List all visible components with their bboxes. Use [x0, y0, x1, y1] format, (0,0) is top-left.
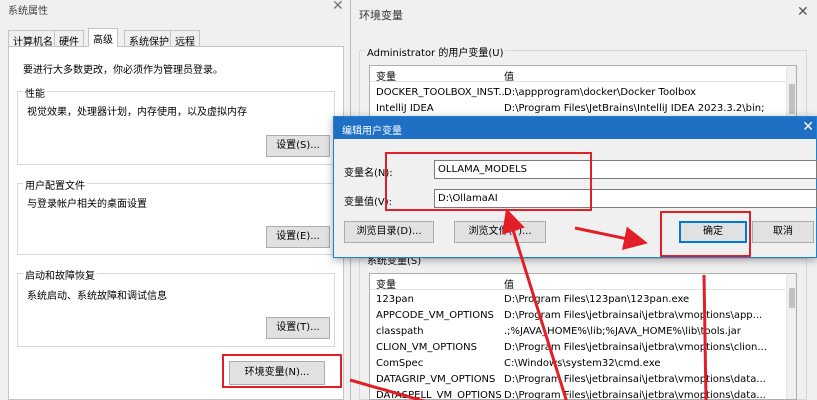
system-properties-window: 系统属性 ✕ 计算机名 硬件 高级 系统保护 远程 要进行大多数更改，你必须作为… [0, 0, 352, 400]
list-item[interactable]: DATASPELL_VM_OPTIONS D:\Program Files\jet… [370, 388, 796, 399]
close-icon[interactable]: ✕ [332, 0, 344, 14]
performance-desc: 视觉效果，处理器计划，内存使用，以及虚拟内存 [27, 107, 247, 118]
tab-advanced[interactable]: 高级 [88, 28, 118, 47]
performance-settings-button[interactable]: 设置(S)... [266, 135, 330, 157]
col-val-header[interactable]: 值 [504, 68, 514, 83]
performance-title: 性能 [23, 85, 47, 100]
dialog-titlebar: 编辑用户变量 ✕ [334, 117, 816, 139]
user-profile-desc: 与登录帐户相关的桌面设置 [27, 199, 147, 210]
tab-computer-name[interactable]: 计算机名 [8, 30, 58, 48]
cancel-button[interactable]: 取消 [752, 221, 814, 243]
tab-remote[interactable]: 远程 [170, 30, 200, 48]
window-title: 环境变量 [359, 9, 403, 22]
user-vars-title: Administrator 的用户变量(U) [365, 44, 506, 59]
window-title: 系统属性 [8, 6, 48, 17]
startup-recovery-desc: 系统启动、系统故障和调试信息 [27, 291, 167, 302]
list-item[interactable]: ComSpec C:\Windows\system32\cmd.exe [370, 356, 796, 372]
close-icon[interactable]: ✕ [797, 4, 809, 20]
tab-system-protection[interactable]: 系统保护 [124, 30, 174, 48]
dialog-title: 编辑用户变量 [342, 126, 402, 137]
highlight-env-button [222, 354, 342, 388]
col-val-header[interactable]: 值 [504, 276, 514, 291]
list-header: 变量 值 [370, 274, 796, 291]
col-var-header[interactable]: 变量 [376, 68, 396, 83]
user-profile-title: 用户配置文件 [23, 177, 87, 192]
list-item[interactable]: DATAGRIP_VM_OPTIONS D:\Program Files\jetb… [370, 372, 796, 388]
scrollbar[interactable] [786, 274, 796, 399]
advanced-tab-pane: 要进行大多数更改，你必须作为管理员登录。 性能 视觉效果，处理器计划，内存使用，… [8, 46, 344, 400]
startup-recovery-title: 启动和故障恢复 [23, 267, 97, 282]
list-item[interactable]: 123pan D:\Program Files\123pan\123pan.exe [370, 292, 796, 308]
list-header: 变量 值 [370, 66, 796, 83]
highlight-ok-button [660, 211, 751, 257]
list-item[interactable]: CLION_VM_OPTIONS D:\Program Files\jetbrai… [370, 340, 796, 356]
admin-note: 要进行大多数更改，你必须作为管理员登录。 [23, 65, 223, 76]
list-item[interactable]: DOCKER_TOOLBOX_INST... D:\appprogram\doc… [370, 85, 796, 101]
list-item[interactable]: classpath .;%JAVA_HOME%\lib;%JAVA_HOME%\l… [370, 324, 796, 340]
user-profile-settings-button[interactable]: 设置(E)... [266, 226, 330, 248]
highlight-name-value [385, 152, 592, 211]
col-var-header[interactable]: 变量 [376, 276, 396, 291]
browse-file-button[interactable]: 浏览文件(F)... [454, 221, 546, 243]
startup-recovery-settings-button[interactable]: 设置(T)... [266, 317, 330, 339]
tab-hardware[interactable]: 硬件 [54, 30, 84, 48]
list-item[interactable]: IntelliJ IDEA D:\Program Files\JetBrains… [370, 101, 796, 117]
close-icon[interactable]: ✕ [802, 119, 814, 135]
browse-directory-button[interactable]: 浏览目录(D)... [344, 221, 434, 243]
system-vars-list[interactable]: 变量 值 123pan D:\Program Files\123pan\123pa… [369, 273, 797, 400]
list-item[interactable]: APPCODE_VM_OPTIONS D:\Program Files\jetbr… [370, 308, 796, 324]
